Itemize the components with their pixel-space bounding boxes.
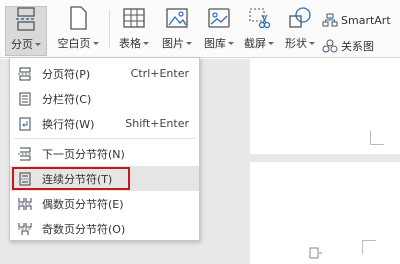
page-break-icon xyxy=(12,67,38,81)
chevron-down-icon xyxy=(186,41,192,45)
chevron-down-icon xyxy=(228,41,234,45)
even-page-section-icon xyxy=(12,197,38,211)
document-page[interactable] xyxy=(250,162,400,264)
chevron-down-icon xyxy=(268,41,274,45)
chevron-down-icon xyxy=(92,41,99,45)
shapes-icon xyxy=(288,6,312,30)
menu-item-label: 偶数页分节符(E) xyxy=(42,197,124,211)
chevron-down-icon xyxy=(143,41,149,45)
smartart-button[interactable]: SmartArt xyxy=(322,13,391,27)
page-margin-mark xyxy=(370,131,384,145)
menu-item-label: 下一页分节符(N) xyxy=(42,147,125,161)
picture-icon xyxy=(165,6,189,30)
page-break-menu: 分页符(P) Ctrl+Enter 分栏符(C) 换行符(W) Shift+En… xyxy=(9,57,200,241)
next-page-section-icon xyxy=(12,147,38,161)
screenshot-label: 截屏 xyxy=(244,37,266,50)
menu-item-next-page-section[interactable]: 下一页分节符(N) xyxy=(10,141,199,166)
smartart-label: SmartArt xyxy=(341,13,391,27)
page-margin-mark xyxy=(362,240,376,254)
menu-item-line-break[interactable]: 换行符(W) Shift+Enter xyxy=(10,111,199,136)
shapes-label: 形状 xyxy=(285,37,307,50)
page-break-button[interactable]: 分页 xyxy=(5,6,47,56)
menu-item-label: 奇数页分节符(O) xyxy=(42,222,126,236)
highlight-box xyxy=(12,167,130,190)
document-page[interactable] xyxy=(250,59,400,154)
screenshot-button[interactable]: 截屏 xyxy=(240,6,278,56)
gallery-label: 图库 xyxy=(204,37,226,50)
chevron-down-icon xyxy=(309,41,315,45)
menu-item-continuous-section[interactable]: 连续分节符(T) xyxy=(10,166,199,191)
line-break-icon xyxy=(12,117,38,131)
picture-button[interactable]: 图片 xyxy=(157,6,197,56)
menu-item-label: 分页符(P) xyxy=(42,67,91,81)
page-break-icon xyxy=(14,7,38,31)
menu-item-label: 分栏符(C) xyxy=(42,92,92,106)
table-icon xyxy=(122,6,146,30)
menu-item-shortcut: Shift+Enter xyxy=(125,117,189,130)
shapes-button[interactable]: 形状 xyxy=(281,6,319,56)
smartart-icon xyxy=(322,13,338,27)
table-button[interactable]: 表格 xyxy=(114,6,154,56)
menu-item-page-break[interactable]: 分页符(P) Ctrl+Enter xyxy=(10,61,199,86)
menu-item-odd-page-section[interactable]: 奇数页分节符(O) xyxy=(10,216,199,241)
relation-chart-button[interactable]: 关系图 xyxy=(322,38,374,54)
insert-ribbon: 分页 空白页 表格 图片 图库 截屏 形状 SmartArt 关系图 xyxy=(0,0,400,58)
chevron-down-icon xyxy=(35,42,41,46)
blank-page-label: 空白页 xyxy=(57,37,91,50)
column-break-icon xyxy=(12,92,38,106)
blank-page-button[interactable]: 空白页 xyxy=(52,6,104,56)
picture-label: 图片 xyxy=(162,37,184,50)
menu-item-shortcut: Ctrl+Enter xyxy=(130,67,189,80)
blank-page-icon xyxy=(66,6,90,30)
menu-item-label: 换行符(W) xyxy=(42,117,95,131)
table-label: 表格 xyxy=(119,37,141,50)
ribbon-separator xyxy=(109,10,110,48)
scissors-icon xyxy=(247,6,271,30)
gallery-button[interactable]: 图库 xyxy=(199,6,239,56)
menu-separator xyxy=(14,138,195,139)
page-break-label: 分页 xyxy=(11,38,33,51)
gallery-icon xyxy=(207,6,231,30)
paste-options-icon[interactable] xyxy=(308,246,324,263)
odd-page-section-icon xyxy=(12,222,38,236)
relation-chart-label: 关系图 xyxy=(341,40,374,53)
menu-item-column-break[interactable]: 分栏符(C) xyxy=(10,86,199,111)
relation-chart-icon xyxy=(322,39,338,53)
menu-item-even-page-section[interactable]: 偶数页分节符(E) xyxy=(10,191,199,216)
